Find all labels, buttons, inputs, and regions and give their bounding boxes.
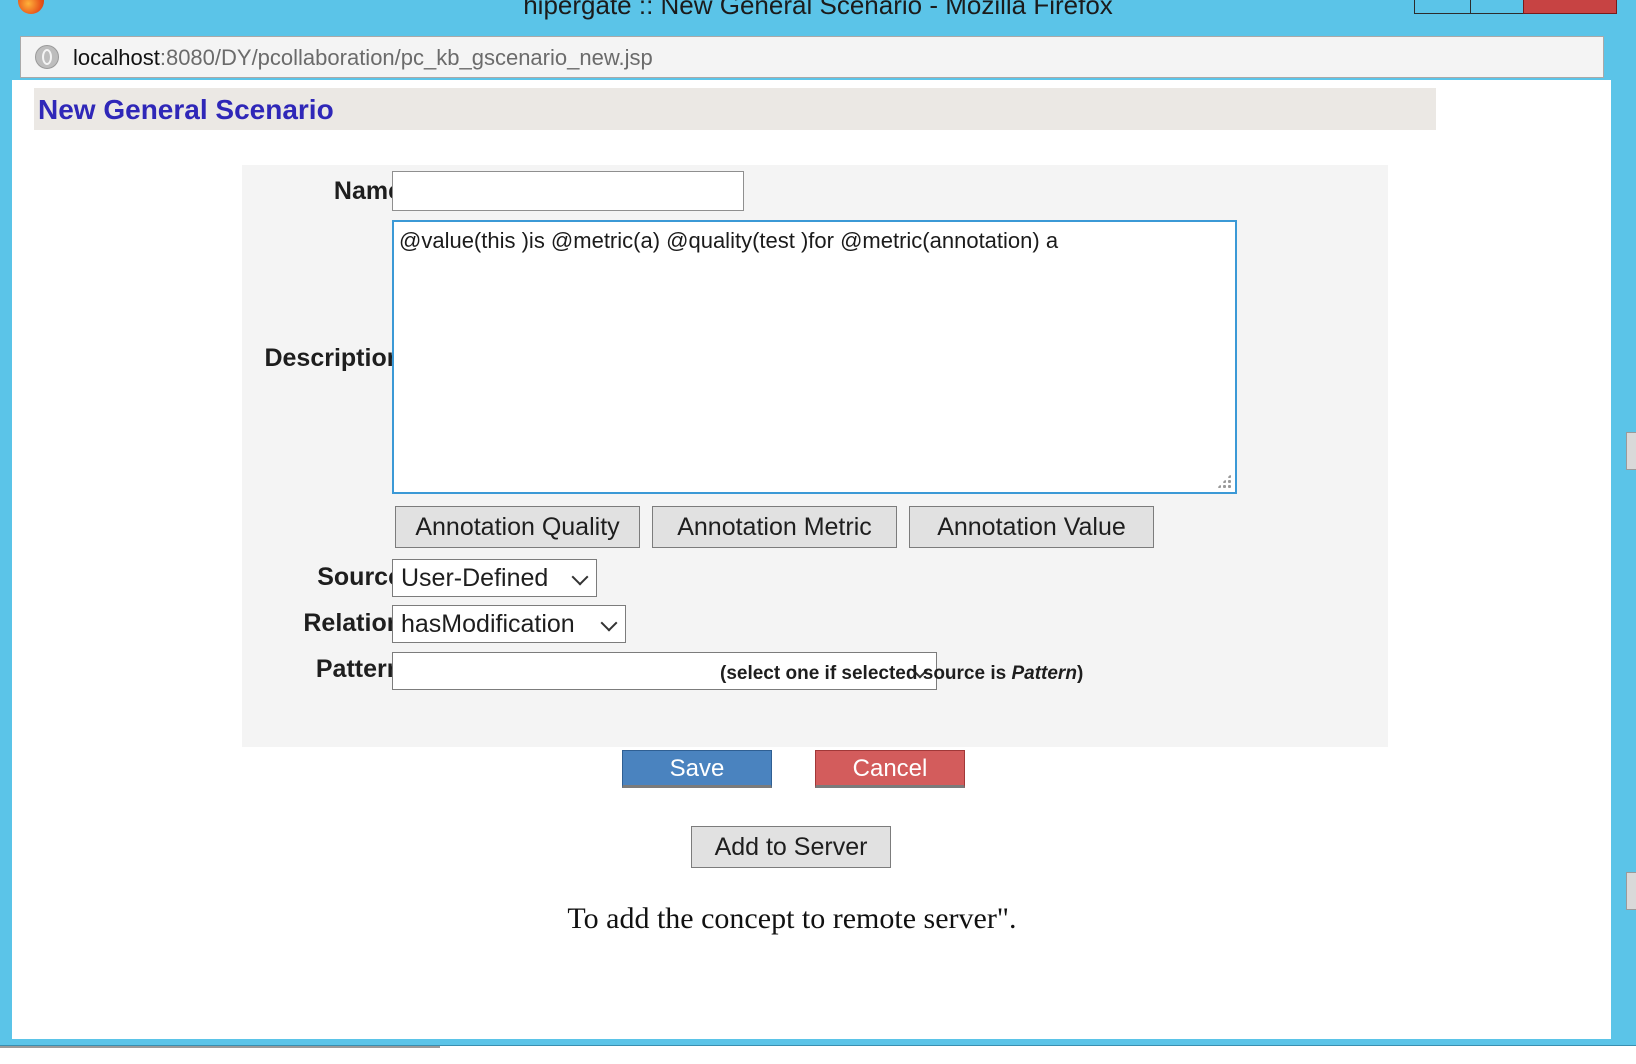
description-text: @value(this )is @metric(a) @quality(test… <box>399 228 1059 253</box>
pattern-hint-text: (select one if selected source is <box>720 663 1012 684</box>
pattern-hint-end: ) <box>1076 663 1084 684</box>
url-text[interactable]: localhost:8080/DY/pcollaboration/pc_kb_g… <box>73 45 653 71</box>
description-label: Description <box>264 344 402 372</box>
annotation-value-button[interactable]: Annotation Value <box>909 506 1154 548</box>
scenario-form: Name Description @value(this )is @metric… <box>242 165 1388 747</box>
close-button[interactable] <box>1523 0 1617 14</box>
name-input[interactable] <box>392 171 744 211</box>
relation-selected: hasModification <box>401 610 575 638</box>
description-textarea[interactable]: @value(this )is @metric(a) @quality(test… <box>392 220 1237 494</box>
add-to-server-button[interactable]: Add to Server <box>691 826 891 868</box>
globe-icon <box>35 45 59 69</box>
save-button[interactable]: Save <box>622 750 772 788</box>
page-title: New General Scenario <box>38 94 334 125</box>
chevron-down-icon <box>600 614 618 632</box>
source-select[interactable]: User-Defined <box>392 559 597 597</box>
minimize-button[interactable] <box>1414 0 1472 14</box>
remote-server-note: To add the concept to remote server". <box>567 902 1017 935</box>
annotation-quality-button[interactable]: Annotation Quality <box>395 506 640 548</box>
page-viewport: New General Scenario Name Description @v… <box>12 80 1611 1039</box>
scrollbar-fragment <box>1626 872 1636 910</box>
divider <box>0 1046 440 1048</box>
relation-select[interactable]: hasModification <box>392 605 626 643</box>
maximize-button[interactable] <box>1470 0 1524 14</box>
source-selected: User-Defined <box>401 564 549 592</box>
url-host: localhost <box>73 45 160 70</box>
url-path: :8080/DY/pcollaboration/pc_kb_gscenario_… <box>159 45 653 70</box>
pattern-label: Pattern <box>315 655 402 683</box>
address-bar[interactable]: localhost:8080/DY/pcollaboration/pc_kb_g… <box>20 36 1604 78</box>
window-titlebar[interactable]: hipergate :: New General Scenario - Mozi… <box>0 0 1636 32</box>
resize-grip-icon[interactable] <box>1217 474 1231 488</box>
chevron-down-icon <box>571 568 589 586</box>
pattern-hint-emphasis: Pattern <box>1011 663 1077 684</box>
pattern-hint: (select one if selected source is Patter… <box>720 663 1083 685</box>
scrollbar-fragment <box>1626 432 1636 470</box>
relation-label: Relation <box>303 609 402 637</box>
source-label: Source <box>317 563 402 591</box>
page-header: New General Scenario <box>34 88 1436 130</box>
cancel-button[interactable]: Cancel <box>815 750 965 788</box>
background-window-edge <box>0 1046 1636 1064</box>
annotation-metric-button[interactable]: Annotation Metric <box>652 506 897 548</box>
browser-window: hipergate :: New General Scenario - Mozi… <box>0 0 1636 1046</box>
window-title: hipergate :: New General Scenario - Mozi… <box>523 0 1113 20</box>
